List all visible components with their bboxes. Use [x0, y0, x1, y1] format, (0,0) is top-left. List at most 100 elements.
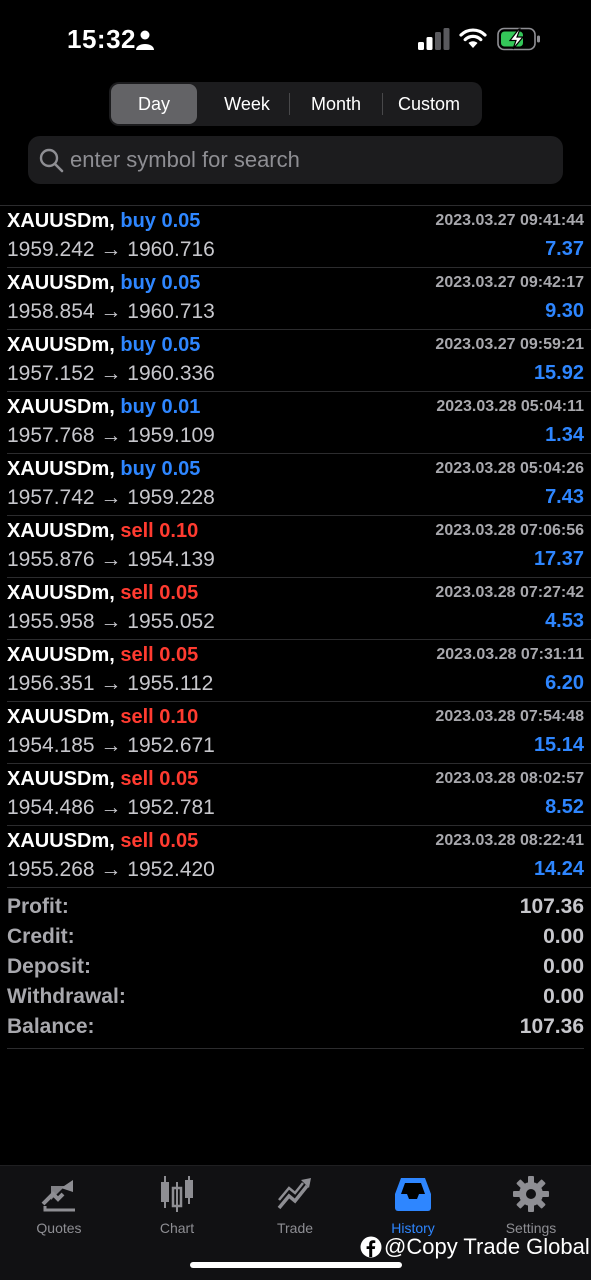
open-price: 1954.486: [7, 796, 95, 819]
close-price: 1959.228: [127, 486, 215, 509]
symbol-name: XAUUSDm,: [7, 768, 115, 790]
close-price: 1959.109: [127, 424, 215, 447]
deal-row[interactable]: XAUUSDm, sell 0.10 1955.876 → 1954.139 202…: [7, 516, 591, 578]
period-day-button[interactable]: Day: [111, 84, 197, 124]
direction-label: sell: [120, 644, 154, 666]
deal-profit: 9.30: [545, 300, 584, 322]
deal-row[interactable]: XAUUSDm, buy 0.05 1957.742 → 1959.228 2023…: [7, 454, 591, 516]
person-icon: [136, 30, 154, 50]
direction-label: buy: [120, 272, 156, 294]
arrow-right-icon: →: [94, 672, 128, 695]
tab-label: Chart: [159, 1220, 195, 1236]
deal-row[interactable]: XAUUSDm, sell 0.10 1954.185 → 1952.671 202…: [7, 702, 591, 764]
deal-prices: 1955.958 → 1955.052: [7, 610, 215, 634]
deal-symbol: XAUUSDm, buy 0.05: [7, 272, 200, 295]
summary-row: Profit: 107.36: [7, 892, 584, 922]
deal-row[interactable]: XAUUSDm, buy 0.05 1957.152 → 1960.336 2023…: [7, 330, 591, 392]
deal-direction: sell 0.10: [120, 520, 198, 542]
deal-volume: 0.05: [161, 210, 201, 232]
summary-row: Withdrawal: 0.00: [7, 982, 584, 1012]
summary-panel: Profit: 107.36 Credit: 0.00 Deposit: 0.00 With…: [7, 892, 584, 1049]
deals-list: XAUUSDm, buy 0.05 1959.242 → 1960.716 2023…: [0, 206, 591, 888]
open-price: 1957.768: [7, 424, 95, 447]
deal-volume: 0.01: [161, 396, 201, 418]
tab-history[interactable]: History: [354, 1174, 472, 1236]
close-price: 1952.671: [127, 734, 215, 757]
tab-label: Quotes: [36, 1220, 82, 1236]
deal-direction: sell 0.05: [120, 644, 198, 666]
period-selector: Day Week Month Custom: [109, 82, 482, 126]
period-week-button[interactable]: Week: [205, 84, 289, 124]
search-bar[interactable]: [28, 136, 563, 184]
deal-symbol: XAUUSDm, sell 0.10: [7, 520, 198, 543]
close-price: 1955.052: [127, 610, 215, 633]
direction-label: sell: [120, 830, 154, 852]
open-price: 1955.268: [7, 858, 95, 881]
quotes-icon: [41, 1180, 75, 1212]
status-time: 15:32: [67, 24, 136, 54]
home-indicator: [190, 1262, 402, 1268]
arrow-right-icon: →: [94, 858, 128, 881]
deal-row[interactable]: XAUUSDm, sell 0.05 1956.351 → 1955.112 202…: [7, 640, 591, 702]
deal-direction: buy 0.05: [120, 272, 200, 294]
deal-row[interactable]: XAUUSDm, sell 0.05 1954.486 → 1952.781 202…: [7, 764, 591, 826]
symbol-name: XAUUSDm,: [7, 520, 115, 542]
gear-icon: [513, 1176, 549, 1212]
wifi-icon: [459, 28, 487, 48]
deal-time: 2023.03.28 07:54:48: [435, 708, 584, 725]
search-icon: [39, 148, 64, 173]
watermark: @Copy Trade Global: [360, 1234, 590, 1260]
direction-label: sell: [120, 520, 154, 542]
deal-time: 2023.03.28 07:31:11: [436, 646, 584, 663]
symbol-name: XAUUSDm,: [7, 458, 115, 480]
summary-label: Balance:: [7, 1015, 95, 1038]
deal-symbol: XAUUSDm, buy 0.05: [7, 334, 200, 357]
tab-quotes[interactable]: Quotes: [0, 1174, 118, 1236]
deal-time: 2023.03.28 05:04:11: [436, 398, 584, 415]
deal-time: 2023.03.27 09:42:17: [435, 274, 584, 291]
open-price: 1958.854: [7, 300, 95, 323]
close-price: 1960.716: [127, 238, 215, 261]
arrow-right-icon: →: [94, 796, 128, 819]
arrow-right-icon: →: [94, 300, 128, 323]
deal-row[interactable]: XAUUSDm, sell 0.05 1955.268 → 1952.420 202…: [7, 826, 591, 888]
deal-time: 2023.03.27 09:59:21: [435, 336, 584, 353]
deal-row[interactable]: XAUUSDm, buy 0.01 1957.768 → 1959.109 2023…: [7, 392, 591, 454]
tab-settings[interactable]: Settings: [472, 1174, 590, 1236]
history-icon: [395, 1178, 431, 1211]
close-price: 1960.713: [127, 300, 215, 323]
deal-row[interactable]: XAUUSDm, buy 0.05 1959.242 → 1960.716 2023…: [7, 206, 591, 268]
deal-row[interactable]: XAUUSDm, buy 0.05 1958.854 → 1960.713 2023…: [7, 268, 591, 330]
watermark-text: @Copy Trade Global: [384, 1234, 590, 1259]
open-price: 1956.351: [7, 672, 95, 695]
deal-direction: buy 0.05: [120, 334, 200, 356]
period-month-button[interactable]: Month: [290, 84, 382, 124]
arrow-right-icon: →: [94, 424, 128, 447]
summary-value: 0.00: [543, 985, 584, 1008]
deal-time: 2023.03.28 07:06:56: [435, 522, 584, 539]
open-price: 1957.152: [7, 362, 95, 385]
deal-prices: 1955.876 → 1954.139: [7, 548, 215, 572]
deal-profit: 15.92: [533, 362, 584, 384]
period-custom-button[interactable]: Custom: [383, 84, 475, 124]
open-price: 1959.242: [7, 238, 95, 261]
deal-volume: 0.05: [159, 768, 199, 790]
symbol-name: XAUUSDm,: [7, 706, 115, 728]
deal-profit: 7.43: [545, 486, 584, 508]
deal-direction: buy 0.05: [120, 210, 200, 232]
search-input[interactable]: [70, 147, 550, 173]
deal-symbol: XAUUSDm, buy 0.05: [7, 458, 200, 481]
deal-prices: 1954.185 → 1952.671: [7, 734, 215, 758]
tab-trade[interactable]: Trade: [236, 1174, 354, 1236]
deal-profit: 15.14: [533, 734, 584, 756]
tab-chart[interactable]: Chart: [118, 1174, 236, 1236]
deal-profit: 6.20: [545, 672, 584, 694]
deal-row[interactable]: XAUUSDm, sell 0.05 1955.958 → 1955.052 202…: [7, 578, 591, 640]
deal-prices: 1959.242 → 1960.716: [7, 238, 215, 262]
deal-time: 2023.03.28 07:27:42: [435, 584, 584, 601]
deal-profit: 17.37: [533, 548, 584, 570]
summary-label: Credit:: [7, 925, 75, 948]
deal-direction: sell 0.05: [120, 768, 198, 790]
summary-label: Deposit:: [7, 955, 91, 978]
deal-symbol: XAUUSDm, buy 0.01: [7, 396, 200, 419]
